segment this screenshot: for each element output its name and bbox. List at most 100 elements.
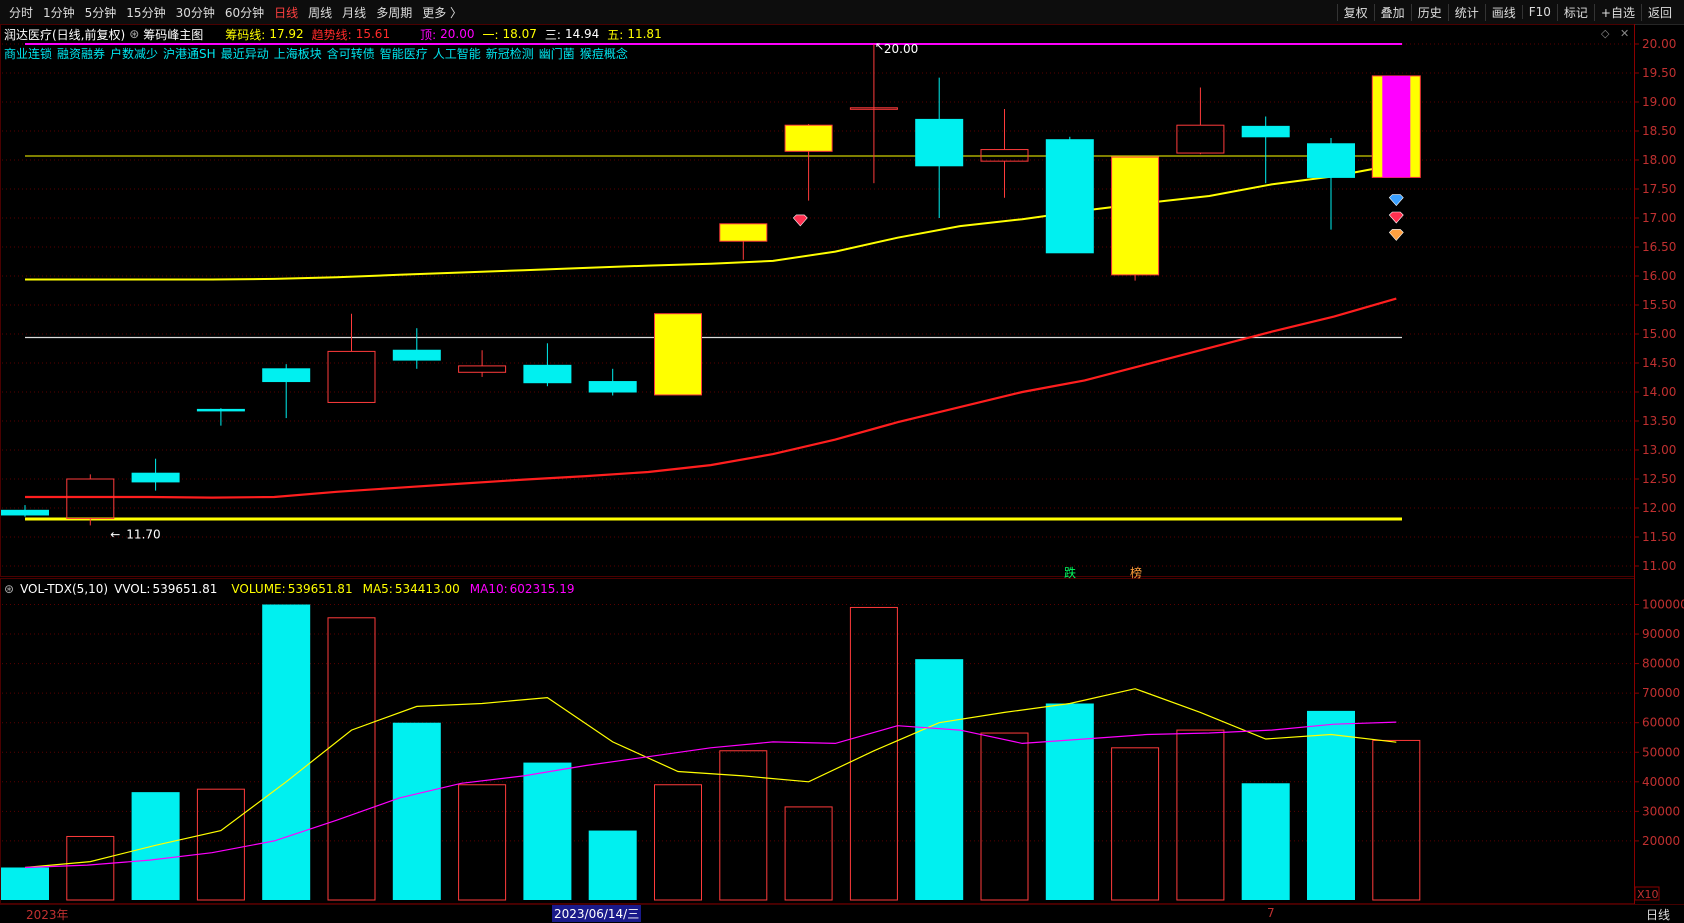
- price-tick-label: 20.00: [1642, 37, 1676, 51]
- candle: [654, 313, 702, 396]
- concept-tag[interactable]: 含可转债: [327, 45, 375, 62]
- price-tick-label: 18.50: [1642, 124, 1676, 138]
- volume-label: VOLUME:: [231, 582, 286, 596]
- volume-tick-label: 90000: [1642, 627, 1680, 641]
- candle-body: [523, 364, 572, 384]
- high-price-label: 20.00: [884, 42, 918, 56]
- candle-body: [588, 381, 637, 393]
- volume-bar: [915, 659, 964, 900]
- candle-body: [719, 223, 768, 242]
- event-tag-rank: 榜: [1130, 565, 1142, 580]
- concept-tag[interactable]: 商业连锁: [4, 45, 52, 62]
- volume-bar: [784, 806, 833, 901]
- three-value: 14.94: [564, 27, 600, 41]
- candle: [849, 44, 898, 184]
- stock-title: 润达医疗(日线,前复权): [4, 27, 126, 42]
- volume-tick-label: 60000: [1642, 716, 1680, 730]
- candle: [262, 364, 311, 419]
- volume-bar: [1307, 710, 1355, 900]
- volume-bar: [719, 750, 768, 901]
- candle-body: [784, 124, 833, 152]
- candle: [1371, 75, 1421, 178]
- candle-body: [980, 149, 1029, 162]
- cursor-date-label: 2023/06/14/三: [552, 905, 642, 922]
- price-tick-label: 11.00: [1642, 559, 1676, 573]
- concept-tag[interactable]: 融资融券: [57, 45, 105, 62]
- window-shrink-icon[interactable]: ◇: [1601, 27, 1609, 40]
- trend-line: [25, 297, 1397, 499]
- volume-indicator-name[interactable]: VOL-TDX(5,10): [20, 582, 108, 596]
- chip-line-label: 筹码线:: [225, 27, 266, 42]
- volume-tick-label: 50000: [1642, 745, 1680, 759]
- indicator-info-line: 润达医疗(日线,前复权) ⊛ 筹码峰主图 筹码线: 17.92 趋势线: 15.…: [4, 25, 666, 43]
- candle-body: [131, 472, 180, 483]
- candle-body: [1045, 139, 1094, 254]
- concept-tag[interactable]: 猴痘概念: [580, 45, 628, 62]
- volume-tick-label: 30000: [1642, 804, 1680, 818]
- diamond-icon: [1388, 229, 1404, 241]
- volume-info-line: ⊛ VOL-TDX(5,10) VVOL: 539651.81 VOLUME: …: [4, 582, 581, 596]
- candle: [915, 77, 964, 218]
- volume-bar: [66, 835, 115, 901]
- candle: [523, 343, 572, 387]
- candle: [196, 408, 245, 426]
- volume-tick-label: 100000: [1642, 598, 1684, 612]
- concept-tag[interactable]: 新冠检测: [486, 45, 534, 62]
- candle: [980, 108, 1029, 198]
- price-tick-label: 17.50: [1642, 182, 1676, 196]
- candle-body: [654, 313, 702, 396]
- period-label[interactable]: 日线: [1646, 906, 1670, 923]
- candle: [131, 458, 180, 491]
- concept-tag[interactable]: 幽门菌: [539, 45, 575, 62]
- diamond-icon: [792, 214, 808, 227]
- candle-body: [262, 368, 311, 383]
- diamond-icon: [1388, 211, 1404, 224]
- volume-tick-label: 70000: [1642, 686, 1680, 700]
- candle-body: [66, 478, 115, 519]
- concept-tag[interactable]: 人工智能: [433, 45, 481, 62]
- volume-unit-label: X10: [1637, 888, 1659, 901]
- diamond-icon: [1388, 194, 1404, 207]
- volume-bar: [849, 606, 898, 901]
- low-price-label: 11.70: [126, 527, 160, 541]
- concept-tag[interactable]: 上海板块: [274, 45, 322, 62]
- high-arrow-icon: ↖: [875, 40, 884, 53]
- volume-bar: [654, 784, 702, 901]
- candle: [1176, 87, 1225, 155]
- volume-tick-label: 20000: [1642, 834, 1680, 848]
- candle: [784, 124, 833, 201]
- one-value: 18.07: [502, 27, 537, 41]
- chip-toggle-icon[interactable]: ⊛: [129, 27, 139, 41]
- ma5-label: MA5:: [362, 582, 393, 596]
- event-tag-fall: 跌: [1064, 565, 1076, 580]
- indicator-toggle-icon[interactable]: ⊛: [4, 582, 14, 596]
- ma5-value: 534413.00: [394, 582, 460, 596]
- price-tick-label: 14.00: [1642, 385, 1676, 399]
- three-label: 三:: [544, 27, 561, 42]
- candle-body: [1111, 156, 1160, 276]
- chip-line-value: 17.92: [269, 27, 304, 41]
- volume-ma10-line: [24, 721, 1397, 869]
- candle-body: [458, 365, 507, 373]
- window-close-icon[interactable]: ✕: [1620, 27, 1629, 40]
- price-tick-label: 12.50: [1642, 472, 1676, 486]
- low-arrow-icon: ←: [110, 527, 120, 541]
- volume-bar: [131, 792, 180, 900]
- concept-tag[interactable]: 智能医疗: [380, 45, 428, 62]
- price-tick-label: 11.50: [1642, 530, 1676, 544]
- five-value: 11.81: [627, 27, 662, 41]
- volume-bar: [458, 784, 507, 901]
- concept-tag[interactable]: 最近异动: [221, 45, 269, 62]
- top-value: 20.00: [440, 27, 475, 41]
- chip-toggle-label[interactable]: 筹码峰主图: [143, 26, 203, 43]
- trend-line-label: 趋势线:: [311, 27, 352, 42]
- kline-chart[interactable]: 20.00 19.50 19.00 18.50 18.00 17.50 17.00 16.50…: [0, 0, 1684, 922]
- concept-tag[interactable]: 户数减少: [110, 45, 158, 62]
- concept-tag[interactable]: 沪港通SH: [163, 45, 216, 62]
- price-tick-label: 13.00: [1642, 443, 1676, 457]
- candle: [1241, 116, 1290, 184]
- candle: [327, 313, 376, 403]
- candle-body: [392, 349, 441, 361]
- price-tick-label: 12.00: [1642, 501, 1676, 515]
- time-axis-bar: 2023年 2023/06/14/三 7 日线: [0, 904, 1684, 923]
